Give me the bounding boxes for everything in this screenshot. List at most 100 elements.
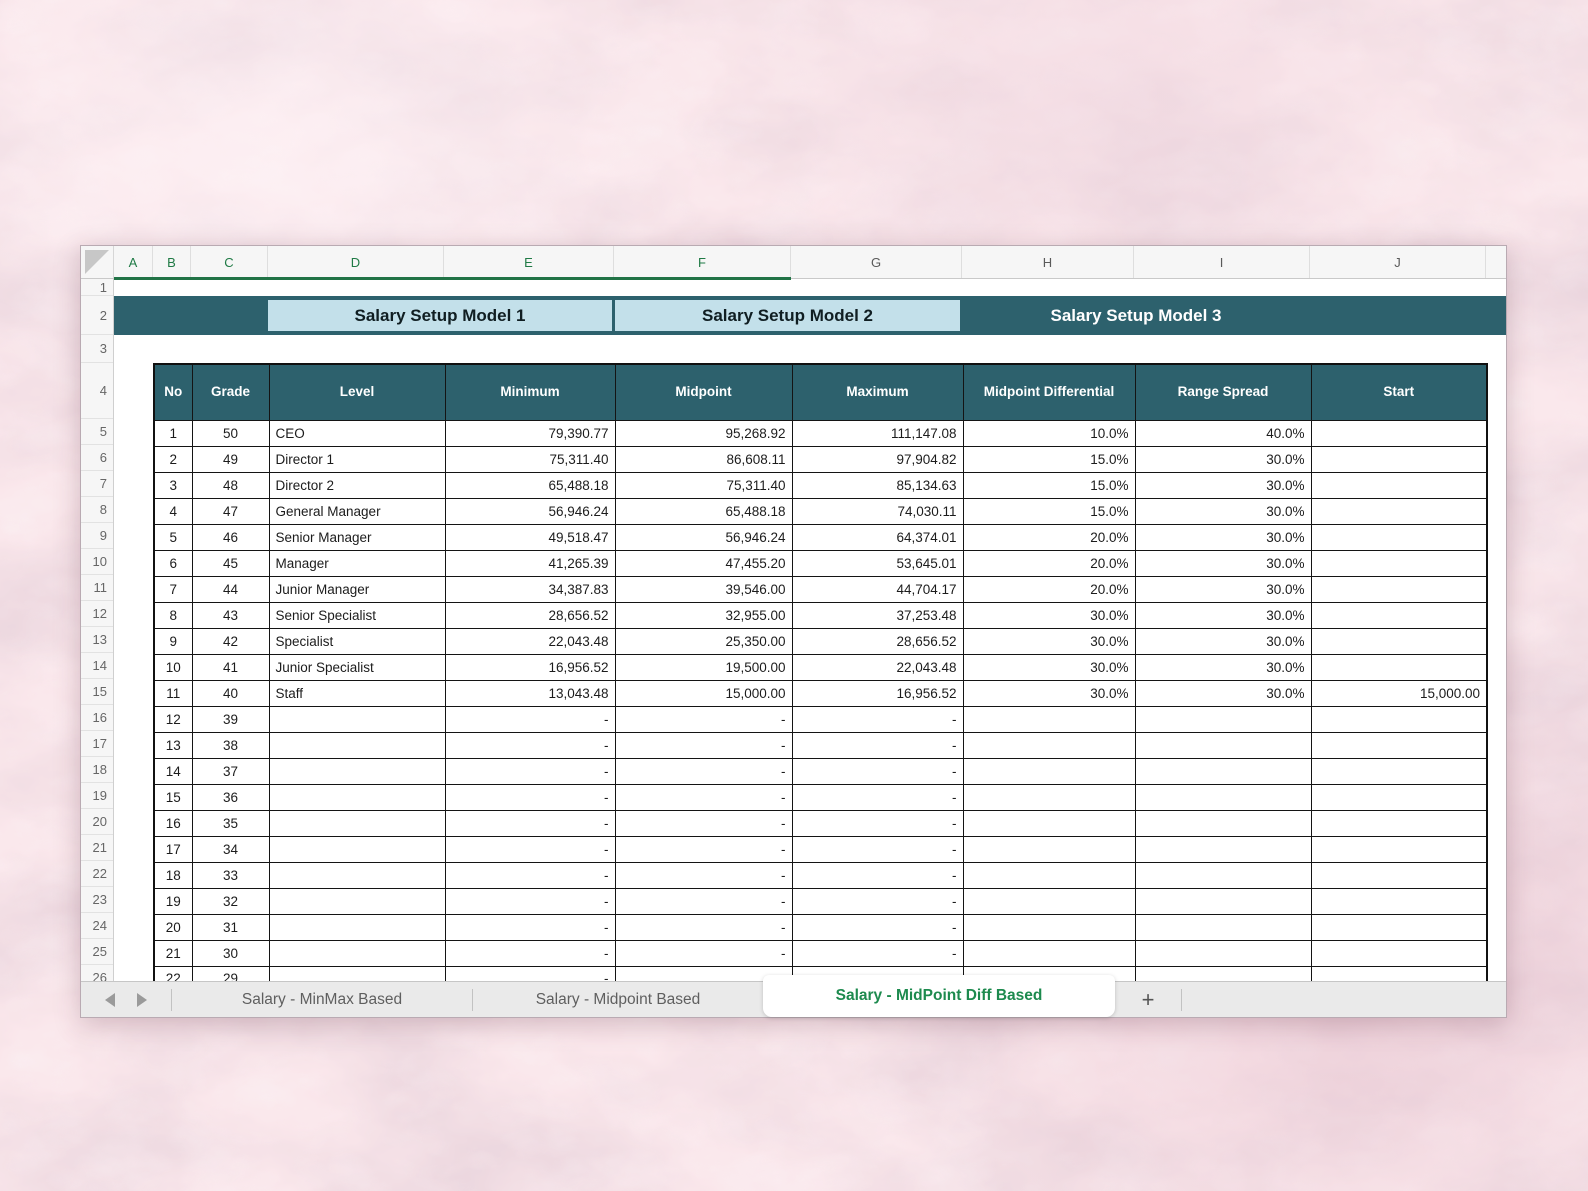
cell-level[interactable] [269,810,445,836]
row-header-15[interactable]: 15 [81,679,113,705]
cell-no[interactable]: 5 [154,524,192,550]
cell-midpoint[interactable]: - [615,732,792,758]
cell-midpoint[interactable]: - [615,706,792,732]
cell-minimum[interactable]: 34,387.83 [445,576,615,602]
row-header-22[interactable]: 22 [81,861,113,887]
cell-grade[interactable]: 42 [192,628,269,654]
cell-range-spread[interactable] [1135,784,1311,810]
header-grade[interactable]: Grade [192,364,269,420]
cell-no[interactable]: 7 [154,576,192,602]
cell-grade[interactable]: 47 [192,498,269,524]
cell-range-spread[interactable]: 30.0% [1135,602,1311,628]
cell-start[interactable] [1311,472,1487,498]
cell-start[interactable] [1311,706,1487,732]
cell-maximum[interactable]: 28,656.52 [792,628,963,654]
cell-midpoint-differential[interactable]: 20.0% [963,524,1135,550]
row-header-24[interactable]: 24 [81,913,113,939]
row-header-1[interactable]: 1 [81,279,113,296]
row-header-19[interactable]: 19 [81,783,113,809]
cell-minimum[interactable]: - [445,888,615,914]
cell-grade[interactable]: 40 [192,680,269,706]
cell-level[interactable] [269,706,445,732]
column-header-F[interactable]: F [614,246,791,278]
cell-midpoint[interactable]: - [615,758,792,784]
cell-start[interactable] [1311,862,1487,888]
cell-minimum[interactable]: - [445,706,615,732]
cell-range-spread[interactable]: 30.0% [1135,498,1311,524]
sheet-tab-minmax-based[interactable]: Salary - MinMax Based [172,982,472,1017]
cell-minimum[interactable]: - [445,758,615,784]
cell-midpoint[interactable]: 25,350.00 [615,628,792,654]
cell-level[interactable]: Junior Specialist [269,654,445,680]
cell-minimum[interactable]: 75,311.40 [445,446,615,472]
row-header-11[interactable]: 11 [81,575,113,601]
cell-no[interactable]: 16 [154,810,192,836]
cell-range-spread[interactable]: 30.0% [1135,524,1311,550]
cell-no[interactable]: 20 [154,914,192,940]
column-header-B[interactable]: B [153,246,191,278]
cell-midpoint[interactable]: - [615,940,792,966]
cell-range-spread[interactable] [1135,914,1311,940]
column-header-G[interactable]: G [791,246,962,278]
cell-midpoint[interactable]: - [615,888,792,914]
cell-minimum[interactable]: 16,956.52 [445,654,615,680]
cell-maximum[interactable]: 64,374.01 [792,524,963,550]
cell-midpoint[interactable]: 15,000.00 [615,680,792,706]
cell-midpoint[interactable]: - [615,836,792,862]
row-header-9[interactable]: 9 [81,523,113,549]
column-header-C[interactable]: C [191,246,268,278]
cell-grade[interactable]: 38 [192,732,269,758]
cell-range-spread[interactable] [1135,758,1311,784]
cell-start[interactable] [1311,810,1487,836]
cell-grade[interactable]: 36 [192,784,269,810]
cell-midpoint-differential[interactable]: 30.0% [963,602,1135,628]
cell-maximum[interactable]: - [792,732,963,758]
cell-grade[interactable]: 49 [192,446,269,472]
column-header-H[interactable]: H [962,246,1134,278]
cell-grade[interactable]: 34 [192,836,269,862]
cell-midpoint-differential[interactable] [963,758,1135,784]
cell-no[interactable]: 11 [154,680,192,706]
cell-minimum[interactable]: - [445,862,615,888]
add-sheet-button[interactable]: + [1115,982,1181,1017]
cell-minimum[interactable]: - [445,784,615,810]
cell-minimum[interactable]: 65,488.18 [445,472,615,498]
cell-maximum[interactable]: 22,043.48 [792,654,963,680]
model3-banner-cell[interactable]: Salary Setup Model 3 [962,296,1310,335]
cell-no[interactable]: 14 [154,758,192,784]
cell-minimum[interactable]: - [445,836,615,862]
header-no[interactable]: No [154,364,192,420]
select-all-corner[interactable] [81,246,114,278]
cell-minimum[interactable]: 49,518.47 [445,524,615,550]
cell-minimum[interactable]: - [445,914,615,940]
row-header-6[interactable]: 6 [81,445,113,471]
cell-maximum[interactable]: - [792,862,963,888]
cell-start[interactable] [1311,576,1487,602]
cell-midpoint-differential[interactable] [963,784,1135,810]
sheet-tab-midpoint-based[interactable]: Salary - Midpoint Based [473,982,763,1017]
next-sheet-arrow-icon[interactable] [137,993,147,1007]
cell-grade[interactable]: 30 [192,940,269,966]
row-header-12[interactable]: 12 [81,601,113,627]
cell-midpoint[interactable]: 47,455.20 [615,550,792,576]
cell-no[interactable]: 19 [154,888,192,914]
cell-range-spread[interactable]: 30.0% [1135,550,1311,576]
cell-midpoint[interactable]: - [615,862,792,888]
cell-maximum[interactable]: 85,134.63 [792,472,963,498]
cell-level[interactable]: Specialist [269,628,445,654]
cell-range-spread[interactable] [1135,732,1311,758]
cell-midpoint[interactable]: 19,500.00 [615,654,792,680]
cell-minimum[interactable]: - [445,810,615,836]
row-header-8[interactable]: 8 [81,497,113,523]
cell-midpoint-differential[interactable]: 30.0% [963,628,1135,654]
cell-level[interactable] [269,784,445,810]
column-header-A[interactable]: A [114,246,153,278]
cell-maximum[interactable]: 111,147.08 [792,420,963,446]
cell-no[interactable]: 17 [154,836,192,862]
cell-range-spread[interactable]: 30.0% [1135,628,1311,654]
cell-no[interactable]: 15 [154,784,192,810]
cell-range-spread[interactable]: 30.0% [1135,576,1311,602]
cell-range-spread[interactable]: 40.0% [1135,420,1311,446]
cell-midpoint-differential[interactable] [963,862,1135,888]
cell-start[interactable] [1311,888,1487,914]
